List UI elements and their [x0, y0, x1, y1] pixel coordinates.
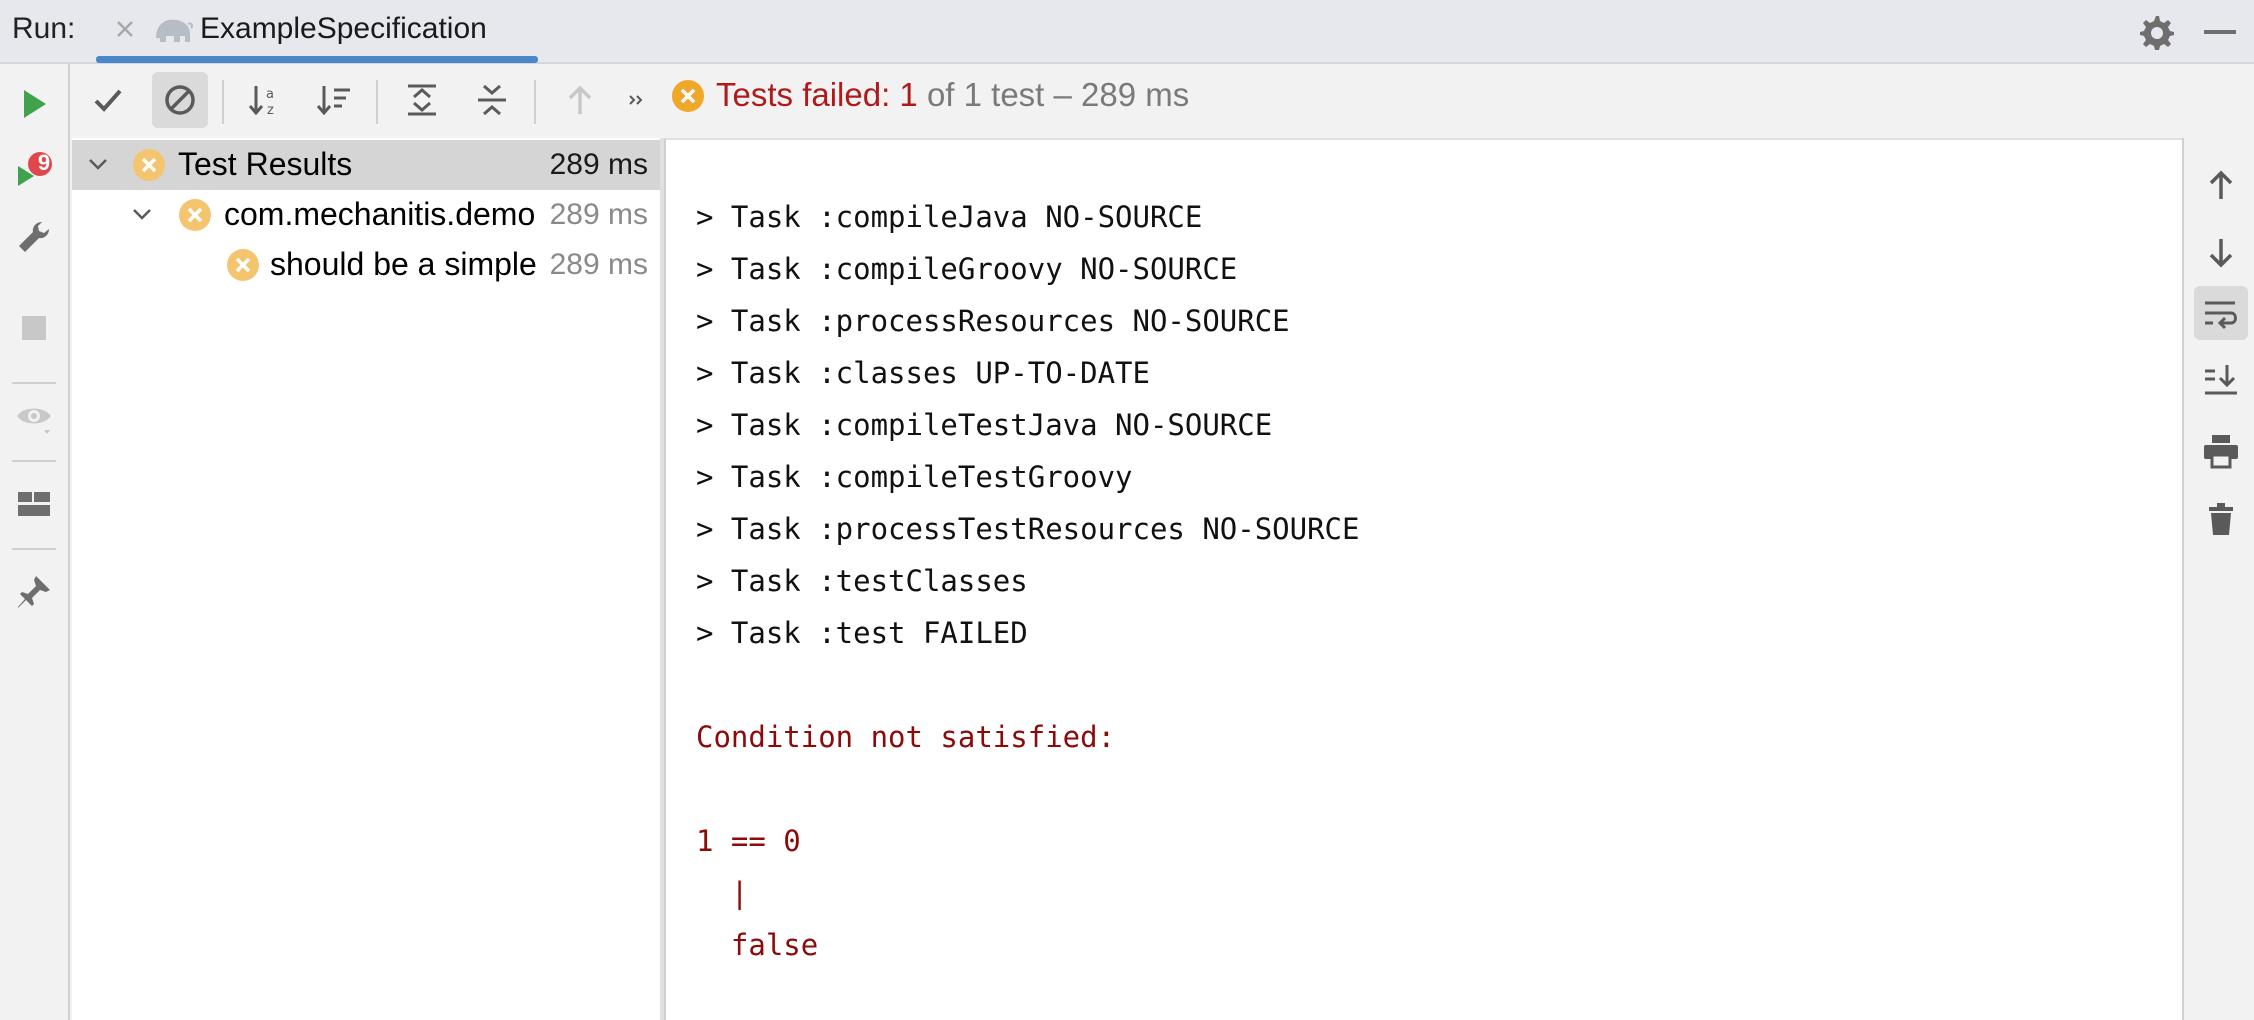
test-failed-icon	[227, 249, 259, 281]
toolbar-separator	[534, 80, 536, 124]
tree-row-test-class[interactable]: com.mechanitis.demo.ExampleSpecification…	[72, 190, 660, 240]
chevron-down-icon[interactable]	[130, 202, 154, 226]
rerun-icon[interactable]	[14, 84, 54, 124]
toolbar-separator	[222, 80, 224, 124]
arrow-up-icon	[568, 85, 592, 114]
expand-all-icon	[408, 84, 436, 116]
tree-duration: 289 ms	[549, 148, 648, 181]
tree-duration: 289 ms	[549, 198, 648, 231]
close-icon[interactable]	[110, 14, 140, 44]
collapse-all-button[interactable]	[464, 72, 520, 128]
stop-icon	[22, 316, 46, 340]
more-actions-button[interactable]	[608, 72, 664, 128]
show-ignored-button[interactable]	[152, 72, 208, 128]
console-line: > Task :compileTestGroovy	[696, 460, 1133, 494]
console-line: > Task :compileGroovy NO-SOURCE	[696, 252, 1238, 286]
test-failed-icon	[672, 80, 704, 112]
console-error-line: Condition not satisfied:	[696, 720, 1116, 754]
tree-duration: 289 ms	[549, 248, 648, 281]
test-runner-toolbar: a z Tests failed: 1 of 1 test – 289 ms	[72, 66, 2254, 138]
scroll-to-end-icon	[2205, 365, 2237, 395]
console-line: > Task :classes UP-TO-DATE	[696, 356, 1150, 390]
sort-by-duration-button[interactable]	[306, 72, 362, 128]
svg-text:a: a	[266, 87, 274, 102]
ignored-icon	[165, 85, 195, 115]
console-line: > Task :testClasses	[696, 564, 1028, 598]
console-line: > Task :processResources NO-SOURCE	[696, 304, 1290, 338]
tab-title: ExampleSpecification	[200, 12, 487, 45]
status-suffix: of 1 test – 289 ms	[917, 76, 1190, 113]
console-error-line: |	[696, 876, 749, 910]
console-line: > Task :processTestResources NO-SOURCE	[696, 512, 1360, 546]
gear-icon[interactable]	[2136, 12, 2176, 52]
tree-label: Test Results	[178, 146, 353, 182]
toolbar-separator	[12, 548, 56, 550]
gradle-elephant-icon	[156, 19, 193, 42]
test-failed-icon	[179, 199, 211, 231]
chevron-double-right-icon	[629, 95, 643, 105]
soft-wrap-icon	[2205, 301, 2237, 330]
console-toolbar	[2182, 138, 2254, 1020]
sort-alphabetically-button[interactable]: a z	[238, 72, 294, 128]
eye-icon	[17, 408, 51, 434]
arrow-down-icon	[2209, 239, 2233, 268]
tree-row-test-results[interactable]: Test Results 289 ms	[72, 140, 660, 190]
console-line: > Task :compileJava NO-SOURCE	[696, 200, 1203, 234]
toolbar-separator	[12, 460, 56, 462]
expand-all-button[interactable]	[394, 72, 450, 128]
trash-icon	[2209, 503, 2233, 535]
tree-label: com.mechanitis.demo.ExampleSpecification	[224, 196, 536, 232]
arrow-up-icon	[2209, 170, 2233, 199]
clear-all-button[interactable]	[2194, 492, 2248, 546]
minimize-icon[interactable]	[2204, 30, 2236, 34]
scroll-up-button[interactable]	[2194, 158, 2248, 212]
layout-icon[interactable]	[14, 484, 54, 524]
test-failed-icon	[133, 149, 165, 181]
status-failed-count: 1	[899, 76, 918, 113]
console-line: > Task :compileTestJava NO-SOURCE	[696, 408, 1273, 442]
show-passed-button[interactable]	[80, 72, 136, 128]
tree-row-test-method[interactable]: should be a simple assertion 289 ms	[72, 240, 660, 290]
left-toolbar: 9	[0, 64, 70, 1020]
sort-by-duration-icon	[316, 86, 350, 116]
pin-icon[interactable]	[14, 572, 54, 612]
soft-wrap-button[interactable]	[2194, 286, 2248, 340]
console-line: > Task :test FAILED	[696, 616, 1028, 650]
toolbar-separator	[12, 382, 56, 384]
run-tool-window-header: Run: ExampleSpecification	[0, 0, 2254, 64]
failed-tests-badge: 9	[37, 150, 51, 175]
active-tab-indicator	[96, 56, 538, 63]
wrench-icon[interactable]	[14, 218, 54, 258]
tree-label: should be a simple assertion	[270, 246, 536, 282]
scroll-to-end-button[interactable]	[2194, 354, 2248, 408]
collapse-all-icon	[478, 84, 506, 116]
scroll-down-button[interactable]	[2194, 226, 2248, 280]
test-results-tree: Test Results 289 ms com.mechanitis.demo.…	[72, 138, 660, 1020]
console-output[interactable]: > Task :compileJava NO-SOURCE > Task :co…	[664, 138, 2182, 1020]
test-status-summary: Tests failed: 1 of 1 test – 289 ms	[716, 76, 1189, 126]
run-label: Run:	[12, 12, 76, 45]
svg-text:z: z	[267, 103, 274, 118]
printer-icon	[2204, 435, 2238, 469]
checkmark-icon	[94, 89, 122, 112]
print-button[interactable]	[2194, 424, 2248, 478]
console-error-line: false	[696, 928, 819, 962]
status-prefix: Tests failed:	[716, 76, 900, 113]
chevron-down-icon[interactable]	[86, 152, 110, 176]
toolbar-separator	[376, 80, 378, 124]
sort-alphabetically-icon: a z	[248, 86, 274, 118]
console-error-line: 1 == 0	[696, 824, 801, 858]
previous-failed-test-button	[552, 72, 608, 128]
